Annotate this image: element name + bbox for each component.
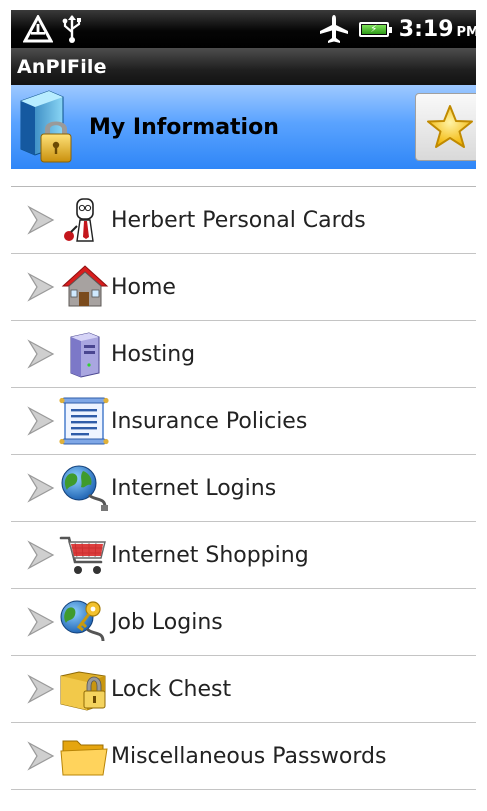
status-time-value: 3:19 xyxy=(398,16,454,42)
section-title: My Information xyxy=(89,114,279,140)
usb-icon xyxy=(62,15,81,43)
globe-key-icon xyxy=(60,600,105,642)
alert-triangle-icon xyxy=(23,15,53,43)
scroll-document-icon xyxy=(59,397,109,445)
list-item-label: Internet Logins xyxy=(111,475,277,501)
list-item[interactable]: Internet Logins xyxy=(11,455,487,522)
list-item[interactable]: Lock Chest xyxy=(11,656,487,723)
screen-frame-left xyxy=(0,0,11,811)
list-item-label: Herbert Personal Cards xyxy=(111,207,366,233)
status-time: 3:19 PM xyxy=(399,17,479,42)
list-item-label: Job Logins xyxy=(111,609,223,635)
chevron-right-icon xyxy=(27,406,55,436)
person-cartoon-icon xyxy=(64,198,94,242)
list-item[interactable]: Job Logins xyxy=(11,589,487,656)
list-item-label: Hosting xyxy=(111,341,196,367)
folder-icon xyxy=(60,740,108,776)
list-item-label: Miscellaneous Passwords xyxy=(111,743,387,769)
globe-cable-icon xyxy=(61,465,108,511)
padlock-icon xyxy=(60,671,106,711)
server-icon xyxy=(70,332,100,378)
app-title: AnPIFile xyxy=(17,55,107,78)
list-item[interactable]: Hosting xyxy=(11,321,487,388)
status-bar: ⚡ 3:19 PM xyxy=(11,10,487,48)
lock-file-icon xyxy=(15,87,81,167)
category-list: Herbert Personal Cards Home Hosting Insu… xyxy=(11,186,487,790)
star-icon xyxy=(427,105,473,148)
section-header: My Information xyxy=(11,85,487,169)
chevron-right-icon xyxy=(27,473,55,503)
screen-frame-right xyxy=(476,0,487,811)
list-item-label: Home xyxy=(111,274,176,300)
chevron-right-icon xyxy=(27,339,55,369)
battery-charging-icon: ⚡ xyxy=(358,21,392,37)
chevron-right-icon xyxy=(27,272,55,302)
list-item-label: Internet Shopping xyxy=(111,542,309,568)
list-item-label: Insurance Policies xyxy=(111,408,308,434)
chevron-right-icon xyxy=(27,607,55,637)
list-item[interactable]: Miscellaneous Passwords xyxy=(11,723,487,790)
list-item[interactable]: Internet Shopping xyxy=(11,522,487,589)
list-item-label: Lock Chest xyxy=(111,676,232,702)
list-item[interactable]: Insurance Policies xyxy=(11,388,487,455)
list-item[interactable]: Home xyxy=(11,254,487,321)
chevron-right-icon xyxy=(27,205,55,235)
favorite-button[interactable] xyxy=(415,93,485,161)
chevron-right-icon xyxy=(27,674,55,704)
house-icon xyxy=(61,265,109,307)
shopping-cart-icon xyxy=(59,536,106,574)
airplane-mode-icon xyxy=(319,15,348,43)
chevron-right-icon xyxy=(27,540,55,570)
app-title-bar: AnPIFile xyxy=(11,48,487,85)
list-item[interactable]: Herbert Personal Cards xyxy=(11,187,487,254)
chevron-right-icon xyxy=(27,741,55,771)
